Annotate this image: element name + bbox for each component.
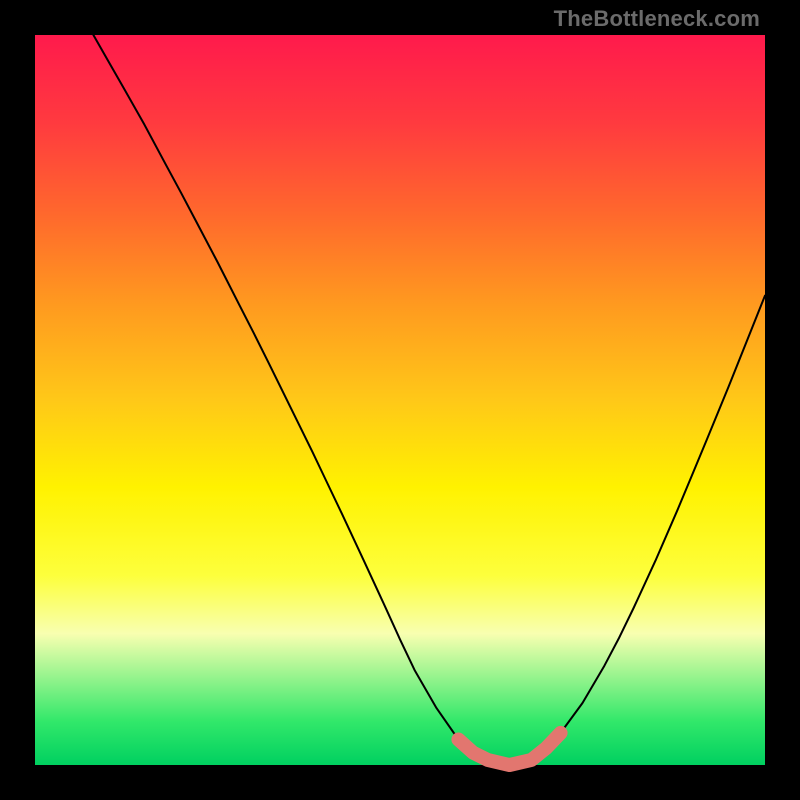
plot-area (35, 35, 765, 765)
watermark-text: TheBottleneck.com (554, 6, 760, 32)
highlight-curve (458, 733, 560, 765)
chart-frame: TheBottleneck.com (0, 0, 800, 800)
main-curve (93, 35, 765, 765)
curve-layer (35, 35, 765, 765)
